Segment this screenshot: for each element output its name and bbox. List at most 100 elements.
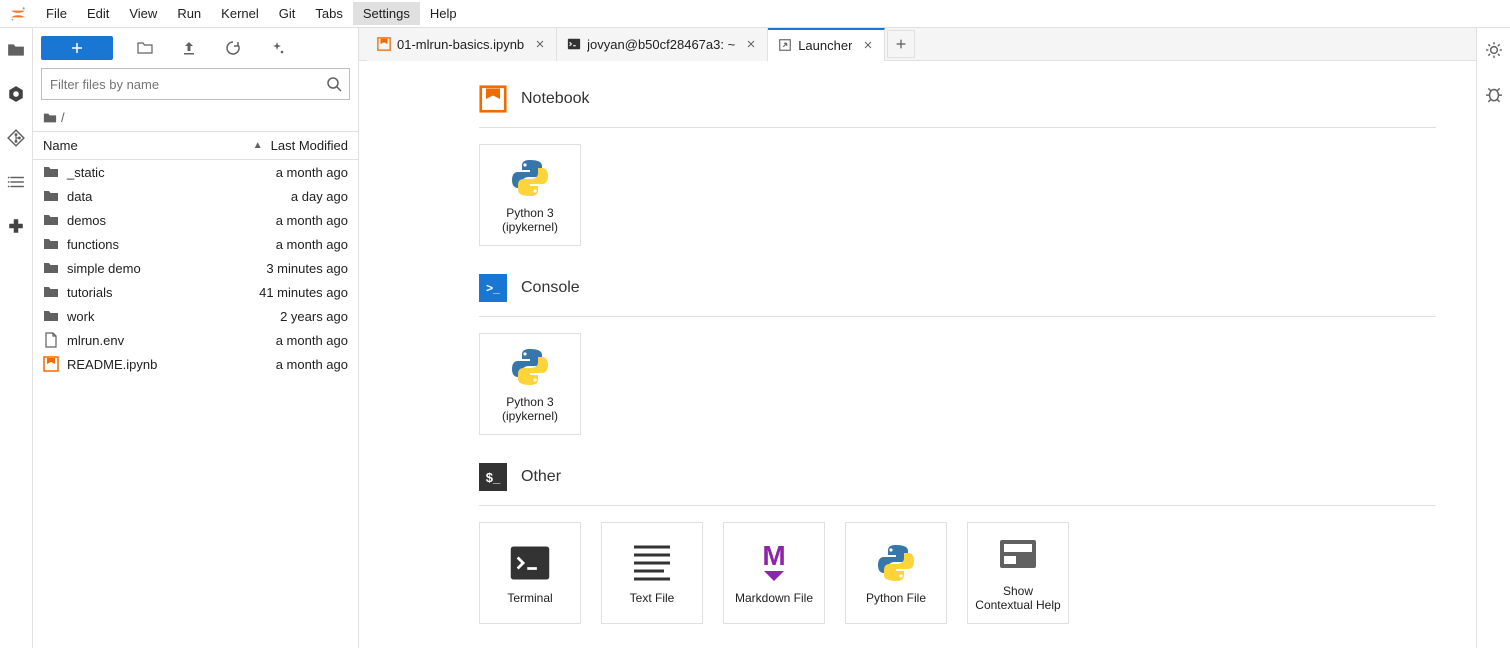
running-tab-icon[interactable] xyxy=(6,84,26,104)
tab-label: jovyan@b50cf28467a3: ~ xyxy=(587,37,735,52)
launcher-card[interactable]: Python File xyxy=(845,522,947,624)
debugger-icon[interactable] xyxy=(1484,84,1504,104)
notebook-icon xyxy=(377,37,391,51)
menu-git[interactable]: Git xyxy=(269,2,306,25)
tab[interactable]: jovyan@b50cf28467a3: ~ xyxy=(557,28,768,61)
file-row[interactable]: mlrun.enva month ago xyxy=(33,328,358,352)
card-label: Show Contextual Help xyxy=(974,584,1062,613)
python-icon xyxy=(508,345,552,389)
tab-bar: 01-mlrun-basics.ipynb jovyan@b50cf28467a3… xyxy=(359,28,1476,61)
folder-icon xyxy=(43,236,59,252)
menu-run[interactable]: Run xyxy=(167,2,211,25)
file-row[interactable]: tutorials 41 minutes ago xyxy=(33,280,358,304)
file-name: simple demo xyxy=(67,261,141,276)
launcher-section: Notebook Python 3(ipykernel) xyxy=(479,85,1436,246)
launcher-card[interactable]: Terminal xyxy=(479,522,581,624)
file-name: demos xyxy=(67,213,106,228)
card-label: Terminal xyxy=(507,591,552,605)
activity-bar xyxy=(0,28,33,648)
file-modified: a month ago xyxy=(276,237,348,252)
close-icon[interactable] xyxy=(745,38,757,50)
file-row[interactable]: functions a month ago xyxy=(33,232,358,256)
sort-ascending-icon: ▲ xyxy=(253,140,263,151)
folder-icon xyxy=(43,188,59,204)
launcher-card[interactable]: Text File xyxy=(601,522,703,624)
close-icon[interactable] xyxy=(862,39,874,51)
file-row[interactable]: demos a month ago xyxy=(33,208,358,232)
filter-files-input[interactable] xyxy=(41,68,350,100)
menu-settings[interactable]: Settings xyxy=(353,2,420,25)
file-icon xyxy=(43,332,59,348)
launcher-card[interactable]: Show Contextual Help xyxy=(967,522,1069,624)
notebook-icon xyxy=(43,356,59,372)
file-row[interactable]: dataa day ago xyxy=(33,184,358,208)
launcher-section: >_ConsolePython 3(ipykernel) xyxy=(479,274,1436,435)
launcher-card[interactable]: Python 3(ipykernel) xyxy=(479,333,581,435)
folder-icon xyxy=(43,164,59,180)
terminal-icon xyxy=(508,541,552,585)
git-actions-icon[interactable] xyxy=(265,36,289,60)
upload-icon[interactable] xyxy=(177,36,201,60)
file-row[interactable]: _statica month ago xyxy=(33,160,358,184)
extensions-tab-icon[interactable] xyxy=(6,216,26,236)
section-title: Other xyxy=(521,468,561,486)
file-modified: a month ago xyxy=(276,357,348,372)
section-title: Console xyxy=(521,279,580,297)
menu-tabs[interactable]: Tabs xyxy=(305,2,352,25)
menubar: FileEditViewRunKernelGitTabsSettingsHelp xyxy=(0,0,1510,28)
launcher-content: NotebookPython 3(ipykernel)>_ConsolePyth… xyxy=(359,61,1476,648)
jupyter-logo-icon xyxy=(8,4,28,24)
launcher-icon xyxy=(778,38,792,52)
card-label: Python File xyxy=(866,591,926,605)
menu-edit[interactable]: Edit xyxy=(77,2,119,25)
add-tab-button[interactable] xyxy=(887,30,915,58)
new-launcher-button[interactable] xyxy=(41,36,113,60)
card-label: Python 3(ipykernel) xyxy=(502,395,558,424)
file-name: data xyxy=(67,189,92,204)
file-modified: a month ago xyxy=(276,213,348,228)
section-title: Notebook xyxy=(521,90,590,108)
menu-kernel[interactable]: Kernel xyxy=(211,2,269,25)
launcher-card[interactable]: Markdown File xyxy=(723,522,825,624)
card-label: Python 3(ipykernel) xyxy=(502,206,558,235)
file-modified: 41 minutes ago xyxy=(259,285,348,300)
refresh-icon[interactable] xyxy=(221,36,245,60)
file-row[interactable]: README.ipynb a month ago xyxy=(33,352,358,376)
tab-label: 01-mlrun-basics.ipynb xyxy=(397,37,524,52)
other-section-icon: $_ xyxy=(479,463,507,491)
python-icon xyxy=(508,156,552,200)
launcher-section: $_ Other Terminal Text FileMarkdown File Pyt… xyxy=(479,463,1436,624)
tab[interactable]: 01-mlrun-basics.ipynb xyxy=(367,28,557,61)
file-name: functions xyxy=(67,237,119,252)
new-folder-icon[interactable] xyxy=(133,36,157,60)
toc-tab-icon[interactable] xyxy=(6,172,26,192)
file-name: _static xyxy=(67,165,105,180)
python-icon xyxy=(874,541,918,585)
column-name[interactable]: Name xyxy=(43,138,78,153)
file-name: tutorials xyxy=(67,285,113,300)
folder-icon xyxy=(43,308,59,324)
file-list: _statica month agodataa day agodemosa mo… xyxy=(33,160,358,648)
file-row[interactable]: work2 years ago xyxy=(33,304,358,328)
file-name: README.ipynb xyxy=(67,357,157,372)
file-modified: 3 minutes ago xyxy=(266,261,348,276)
launcher-card[interactable]: Python 3(ipykernel) xyxy=(479,144,581,246)
file-browser-panel: / Name ▲ Last Modified _statica month ag… xyxy=(33,28,359,648)
files-tab-icon[interactable] xyxy=(6,40,26,60)
menu-file[interactable]: File xyxy=(36,2,77,25)
file-list-header: Name ▲ Last Modified xyxy=(33,131,358,160)
tab[interactable]: Launcher xyxy=(768,28,885,61)
search-icon xyxy=(326,76,342,92)
breadcrumb[interactable]: / xyxy=(33,104,358,131)
column-modified[interactable]: Last Modified xyxy=(271,138,348,153)
git-tab-icon[interactable] xyxy=(6,128,26,148)
property-inspector-icon[interactable] xyxy=(1484,40,1504,60)
folder-icon xyxy=(43,212,59,228)
close-icon[interactable] xyxy=(534,38,546,50)
right-sidebar xyxy=(1477,28,1510,648)
notebook-section-icon xyxy=(479,85,507,113)
file-row[interactable]: simple demo 3 minutes ago xyxy=(33,256,358,280)
textfile-icon xyxy=(630,541,674,585)
menu-view[interactable]: View xyxy=(119,2,167,25)
menu-help[interactable]: Help xyxy=(420,2,467,25)
